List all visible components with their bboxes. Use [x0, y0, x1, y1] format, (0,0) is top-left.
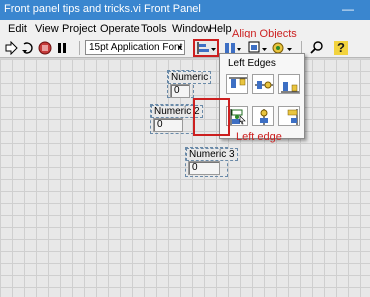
left-edges-highlight	[193, 98, 230, 136]
menu-window[interactable]: Window	[172, 23, 211, 35]
menu-operate[interactable]: Operate	[100, 23, 140, 35]
numeric-control[interactable]: 0	[170, 84, 190, 98]
align-horizontal-centers-button[interactable]	[252, 106, 274, 126]
align-objects-button[interactable]	[193, 39, 219, 57]
align-objects-palette: Left Edges	[219, 53, 305, 139]
align-right-edges-icon	[287, 109, 298, 125]
pause-icon[interactable]	[55, 41, 69, 55]
menu-tools[interactable]: Tools	[141, 23, 167, 35]
abort-icon[interactable]	[38, 41, 52, 55]
menu-view[interactable]: View	[35, 23, 59, 35]
palette-caption: Left Edges	[228, 58, 276, 69]
align-top-edges-button[interactable]	[226, 74, 248, 94]
align-bottom-edges-icon	[281, 82, 299, 93]
numeric-label[interactable]: Numeric	[168, 71, 212, 84]
numeric-control[interactable]: 0	[188, 161, 220, 175]
menu-project[interactable]: Project	[62, 23, 96, 35]
align-top-edges-icon	[229, 77, 247, 88]
window-title: Front panel tips and tricks.vi Front Pan…	[4, 3, 201, 15]
toolbar: 15pt Application Font ▾ ?	[0, 38, 370, 58]
align-horizontal-centers-icon	[260, 109, 268, 125]
align-vertical-centers-icon	[255, 81, 273, 89]
menu-help[interactable]: Help	[209, 23, 232, 35]
align-right-edges-button[interactable]	[278, 106, 300, 126]
numeric-label[interactable]: Numeric 3	[186, 148, 238, 161]
font-select-value: 15pt Application Font	[89, 42, 183, 53]
numeric-control[interactable]: 0	[153, 118, 183, 132]
run-arrow-icon[interactable]	[4, 41, 18, 55]
align-bottom-edges-button[interactable]	[278, 74, 300, 94]
search-icon[interactable]	[310, 41, 324, 55]
help-icon[interactable]: ?	[334, 41, 348, 55]
minimize-button[interactable]: —	[340, 0, 356, 20]
menu-bar: Edit View Project Operate Tools Window H…	[0, 20, 370, 38]
align-objects-icon	[197, 42, 216, 54]
run-continuously-icon[interactable]	[21, 41, 35, 55]
font-select[interactable]: 15pt Application Font ▾	[85, 40, 185, 55]
align-left-edges-icon	[230, 109, 246, 125]
align-vertical-centers-button[interactable]	[252, 74, 274, 94]
title-bar: Front panel tips and tricks.vi Front Pan…	[0, 0, 370, 20]
annotation-left-edge: Left edge	[236, 131, 282, 143]
chevron-down-icon: ▾	[177, 43, 182, 52]
toolbar-separator	[79, 41, 80, 55]
menu-edit[interactable]: Edit	[8, 23, 27, 35]
